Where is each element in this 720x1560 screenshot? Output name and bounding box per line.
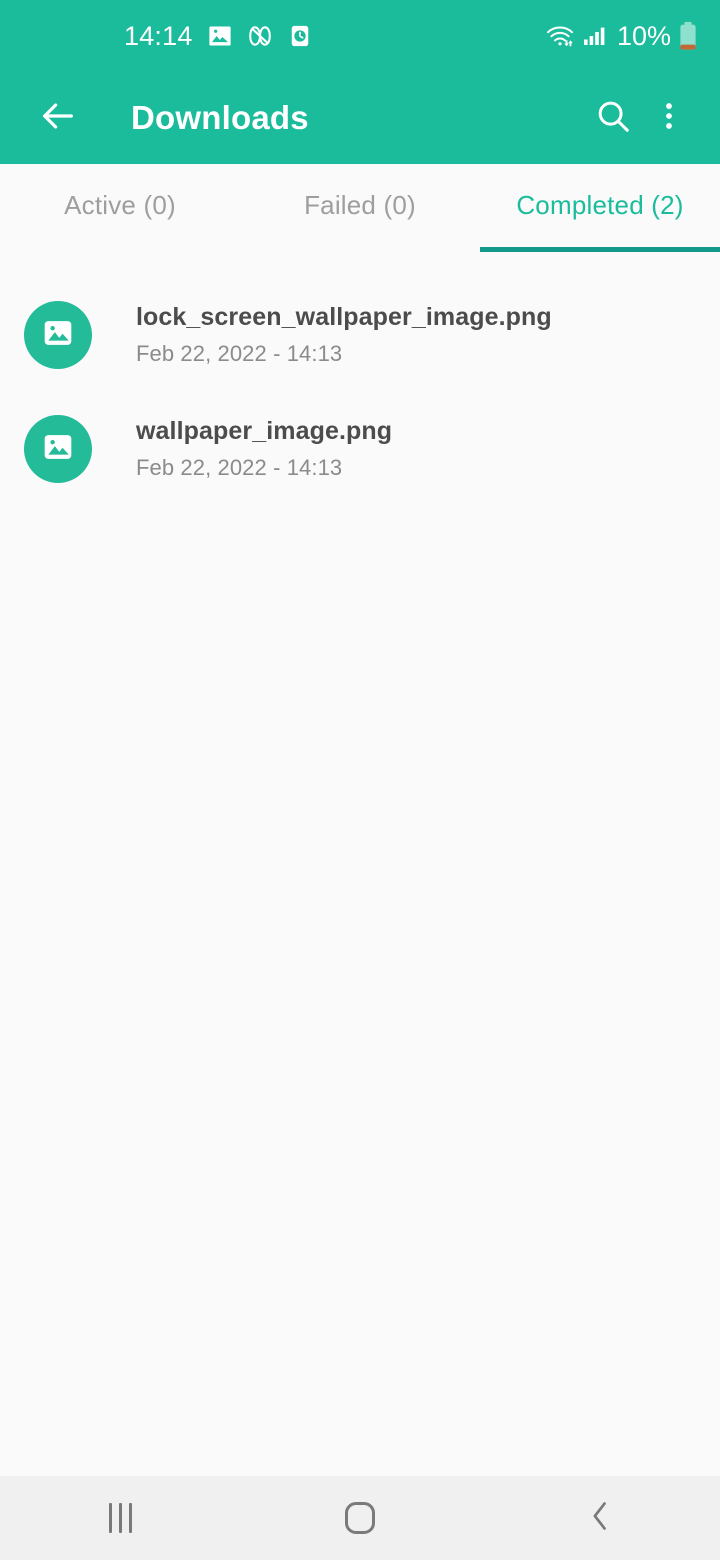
dual-audio-icon <box>247 23 273 49</box>
wifi-icon <box>545 23 575 49</box>
list-item[interactable]: wallpaper_image.png Feb 22, 2022 - 14:13 <box>0 392 720 506</box>
file-date: Feb 22, 2022 - 14:13 <box>136 455 343 480</box>
file-name: lock_screen_wallpaper_image.png <box>136 303 552 331</box>
back-button[interactable] <box>30 90 86 146</box>
system-navigation-bar <box>0 1476 720 1560</box>
tab-label: Completed (2) <box>516 189 684 220</box>
home-button[interactable] <box>280 1476 440 1560</box>
item-text: lock_screen_wallpaper_image.png Feb 22, … <box>136 303 552 367</box>
more-vert-icon <box>652 99 686 138</box>
status-bar-left: 14:14 <box>24 20 313 51</box>
battery-low-icon <box>678 21 698 51</box>
file-name: wallpaper_image.png <box>136 417 393 445</box>
page-title: Downloads <box>131 99 309 136</box>
tab-completed[interactable]: Completed (2) <box>480 164 720 252</box>
tab-bar: Active (0) Failed (0) Completed (2) <box>0 164 720 252</box>
image-file-icon <box>41 430 75 469</box>
item-text: wallpaper_image.png Feb 22, 2022 - 14:13 <box>136 417 392 481</box>
status-bar: 14:14 10% <box>0 0 720 72</box>
search-button[interactable] <box>582 87 644 149</box>
back-icon <box>585 1499 615 1538</box>
status-clock: 14:14 <box>124 20 193 51</box>
back-nav-button[interactable] <box>520 1476 680 1560</box>
search-icon <box>594 97 632 140</box>
file-date: Feb 22, 2022 - 14:13 <box>136 341 343 366</box>
recents-icon <box>108 1503 132 1533</box>
signal-icon <box>582 23 608 49</box>
tab-label: Active (0) <box>64 189 176 220</box>
overflow-menu-button[interactable] <box>644 87 694 149</box>
recents-button[interactable] <box>40 1476 200 1560</box>
app-bar: Downloads <box>0 72 720 164</box>
status-bar-right: 10% <box>545 21 698 51</box>
tab-label: Failed (0) <box>304 189 416 220</box>
image-icon <box>207 23 233 49</box>
tab-failed[interactable]: Failed (0) <box>240 164 480 252</box>
alarm-icon <box>287 23 313 49</box>
image-file-icon <box>41 316 75 355</box>
battery-percentage: 10% <box>616 20 671 51</box>
downloads-list: lock_screen_wallpaper_image.png Feb 22, … <box>0 252 720 1476</box>
arrow-back-icon <box>38 96 78 141</box>
list-item[interactable]: lock_screen_wallpaper_image.png Feb 22, … <box>0 278 720 392</box>
home-icon <box>345 1502 375 1534</box>
avatar <box>24 301 92 369</box>
app-screen: 14:14 10% Downloads Active (0) Failed (0… <box>0 0 720 1560</box>
tab-active[interactable]: Active (0) <box>0 164 240 252</box>
tab-indicator <box>480 247 720 252</box>
avatar <box>24 415 92 483</box>
